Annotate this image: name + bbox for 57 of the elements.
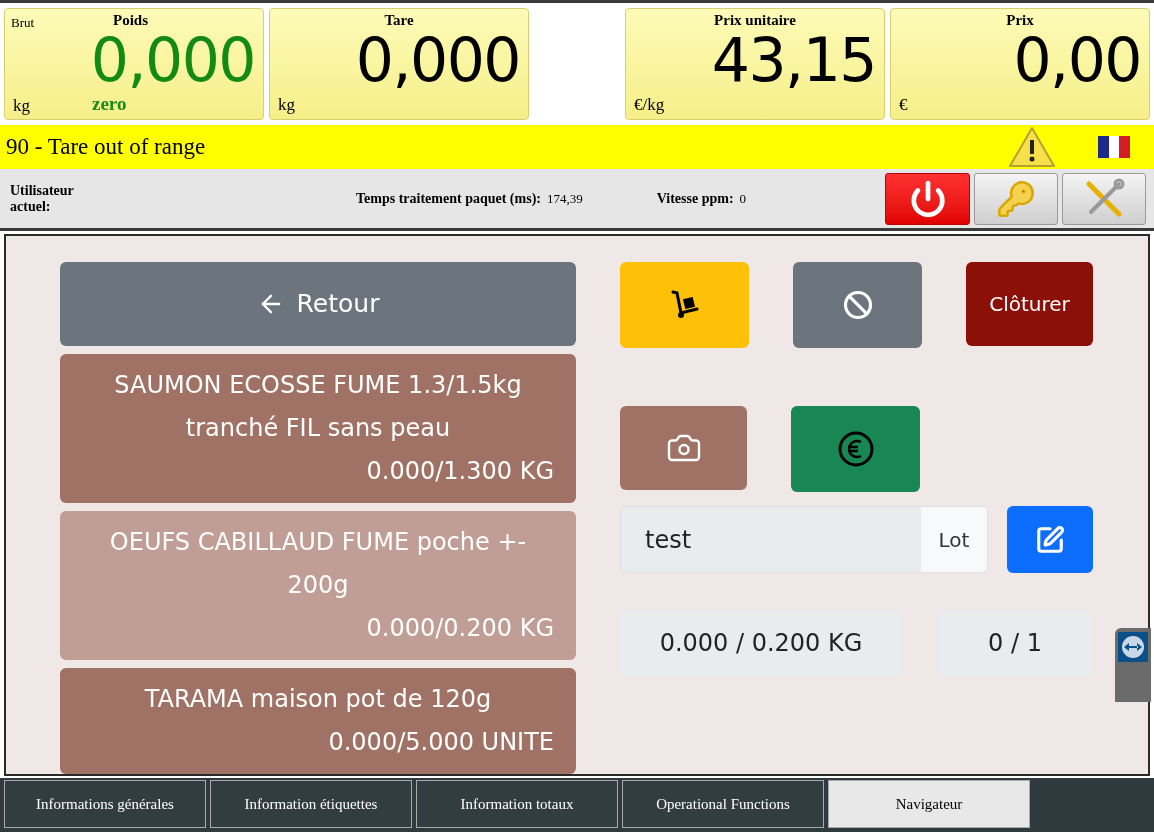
unit-label: kg [13, 94, 30, 117]
count-readout: 0 / 1 [938, 610, 1092, 676]
tab[interactable]: Information totaux [416, 780, 618, 828]
readout-value: 43,15 [711, 29, 876, 90]
prohibited-icon [842, 290, 873, 320]
speed-label: Vitesse ppm: [656, 190, 734, 208]
tab[interactable]: Informations générales [4, 780, 206, 828]
product-card[interactable]: SAUMON ECOSSE FUME 1.3/1.5kg tranché FIL sans peau 0.000/1.300 KG [60, 354, 576, 503]
readout-label: Prix unitaire [714, 11, 796, 30]
product-quantity: 0.000/0.200 KG [366, 613, 554, 644]
product-card[interactable]: TARAMA maison pot de 120g 0.000/5.000 UNITE [60, 668, 576, 774]
product-name: OEUFS CABILLAUD FUME poche +- [108, 527, 528, 558]
lot-input-field[interactable]: test Lot [620, 506, 988, 573]
product-name: 200g [286, 570, 350, 601]
status-label: zero [92, 91, 127, 116]
readout-label: Poids [113, 11, 148, 30]
readout-label: Prix [1006, 11, 1034, 30]
readout-value: 0,000 [90, 29, 255, 90]
edit-button[interactable] [1007, 506, 1093, 573]
back-button[interactable]: Retour [60, 262, 576, 346]
power-icon [908, 179, 947, 218]
product-quantity: 0.000/5.000 UNITE [328, 727, 554, 758]
processing-time-label: Temps traitement paquet (ms): [356, 190, 541, 208]
product-quantity: 0.000/1.300 KG [366, 456, 554, 487]
tab[interactable]: Operational Functions [622, 780, 824, 828]
readout-value: 0,00 [1013, 29, 1141, 90]
warning-icon [1008, 126, 1056, 168]
product-name: tranché FIL sans peau [184, 413, 452, 444]
alert-message: 90 - Tare out of range [6, 132, 206, 161]
cancel-button[interactable] [793, 262, 922, 348]
tab[interactable]: Navigateur [828, 780, 1030, 828]
processing-time-value: 174,39 [546, 189, 583, 208]
product-name: TARAMA maison pot de 120g [143, 684, 493, 715]
camera-button[interactable] [620, 406, 747, 490]
user-label: Utilisateur actuel: [10, 182, 75, 215]
lot-addon-label: Lot [921, 507, 987, 572]
tools-button[interactable] [1062, 172, 1146, 225]
close-order-button[interactable]: Clôturer [966, 262, 1093, 346]
speed-value: 0 [739, 189, 747, 208]
unit-label: €/kg [634, 93, 665, 116]
france-flag-icon[interactable] [1098, 136, 1130, 158]
readout-value: 0,000 [355, 29, 520, 90]
unit-label: kg [278, 93, 295, 116]
remote-support-tab[interactable] [1115, 628, 1151, 702]
lot-value: test [644, 524, 693, 556]
tab[interactable]: Information étiquettes [210, 780, 412, 828]
power-button[interactable] [885, 172, 970, 225]
payment-button[interactable] [791, 406, 920, 492]
euro-coin-icon [836, 430, 875, 468]
unit-label: € [899, 93, 908, 116]
product-name: SAUMON ECOSSE FUME 1.3/1.5kg [113, 370, 523, 401]
weight-readout: 0.000 / 0.200 KG [620, 610, 902, 676]
edit-icon [1035, 524, 1065, 555]
readout-label: Tare [384, 11, 414, 30]
readout-corner-label: Brut [11, 14, 35, 32]
hand-truck-button[interactable] [620, 262, 749, 348]
key-icon [996, 178, 1036, 219]
